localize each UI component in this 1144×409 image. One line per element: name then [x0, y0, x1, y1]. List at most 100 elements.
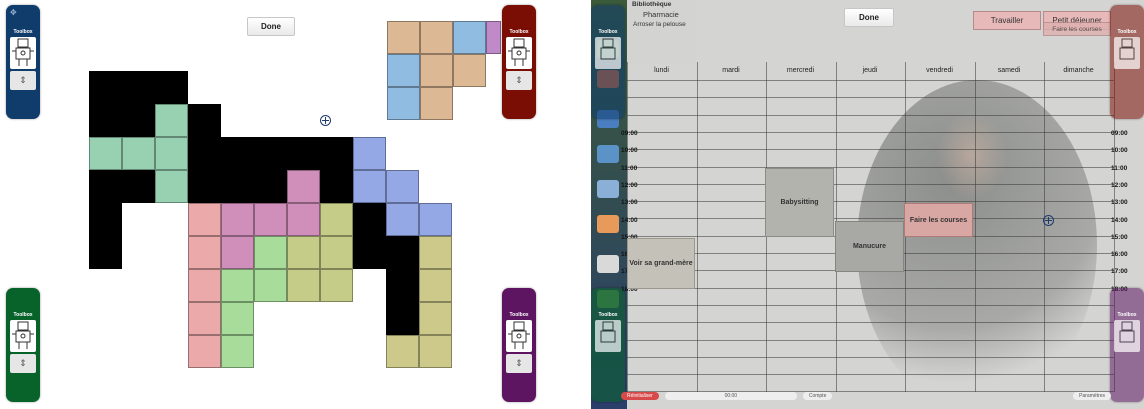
puzzle-cell[interactable] — [386, 203, 419, 236]
puzzle-cell[interactable] — [221, 137, 254, 170]
puzzle-cell[interactable] — [89, 236, 122, 269]
app-icon[interactable] — [597, 145, 619, 163]
task-item[interactable]: Arroser la pelouse — [627, 20, 695, 29]
puzzle-cell[interactable] — [188, 203, 221, 236]
toolbox-bottom-left[interactable]: Toolbox — [591, 288, 625, 402]
done-button[interactable]: Done — [844, 8, 894, 27]
puzzle-cell[interactable] — [188, 137, 221, 170]
move-icon[interactable]: ⇕ — [10, 354, 36, 373]
puzzle-cell[interactable] — [188, 335, 221, 368]
toolbox-top-right[interactable]: Toolbox ⇕ — [502, 5, 536, 119]
toolbox-top-right[interactable]: Toolbox — [1110, 5, 1144, 119]
puzzle-cell[interactable] — [287, 203, 320, 236]
puzzle-cell[interactable] — [386, 236, 419, 269]
puzzle-cell[interactable] — [353, 170, 386, 203]
puzzle-cell[interactable] — [188, 170, 221, 203]
puzzle-cell[interactable] — [453, 21, 486, 54]
app-icon[interactable] — [597, 215, 619, 233]
puzzle-cell[interactable] — [89, 170, 122, 203]
puzzle-cell[interactable] — [387, 87, 420, 120]
puzzle-cell[interactable] — [221, 302, 254, 335]
puzzle-cell[interactable] — [420, 54, 453, 87]
puzzle-cell[interactable] — [188, 302, 221, 335]
puzzle-cell[interactable] — [188, 236, 221, 269]
puzzle-cell[interactable] — [155, 71, 188, 104]
puzzle-cell[interactable] — [419, 236, 452, 269]
event-faire-courses[interactable]: Faire les courses — [904, 203, 973, 237]
puzzle-cell[interactable] — [287, 236, 320, 269]
move-icon[interactable]: ⇕ — [506, 71, 532, 90]
puzzle-cell[interactable] — [221, 335, 254, 368]
task-item[interactable]: Pharmacie — [627, 9, 695, 20]
travailler-button[interactable]: Travailler — [973, 11, 1041, 30]
puzzle-cell[interactable] — [254, 203, 287, 236]
puzzle-cell[interactable] — [254, 269, 287, 302]
puzzle-cell[interactable] — [122, 71, 155, 104]
toolbox-bottom-right[interactable]: Toolbox — [1110, 288, 1144, 402]
puzzle-cell[interactable] — [420, 21, 453, 54]
puzzle-cell[interactable] — [386, 335, 419, 368]
puzzle-cell[interactable] — [221, 170, 254, 203]
puzzle-cell[interactable] — [287, 137, 320, 170]
task-list[interactable]: Bibliothèque Pharmacie Arroser la pelous… — [627, 0, 695, 64]
puzzle-cell[interactable] — [188, 104, 221, 137]
toolbox-top-left[interactable]: ✥ Toolbox ⇕ — [6, 5, 40, 119]
toolbox-top-left[interactable]: Toolbox — [591, 5, 625, 119]
robot-icon[interactable] — [10, 37, 36, 69]
puzzle-cell[interactable] — [386, 269, 419, 302]
puzzle-cell[interactable] — [320, 269, 353, 302]
puzzle-cell[interactable] — [320, 236, 353, 269]
app-icon[interactable] — [597, 255, 619, 273]
puzzle-cell[interactable] — [486, 21, 501, 54]
done-button[interactable]: Done — [247, 17, 295, 36]
puzzle-cell[interactable] — [122, 104, 155, 137]
toolbox-bottom-right[interactable]: Toolbox ⇕ — [502, 288, 536, 402]
puzzle-cell[interactable] — [287, 170, 320, 203]
robot-icon[interactable] — [1114, 37, 1140, 69]
puzzle-cell[interactable] — [419, 335, 452, 368]
puzzle-cell[interactable] — [221, 203, 254, 236]
puzzle-cell[interactable] — [122, 170, 155, 203]
puzzle-cell[interactable] — [89, 137, 122, 170]
puzzle-cell[interactable] — [122, 137, 155, 170]
params-button[interactable]: Paramètres — [1073, 391, 1111, 400]
puzzle-cell[interactable] — [419, 302, 452, 335]
faire-courses-top-button[interactable]: Faire les courses — [1043, 22, 1111, 36]
puzzle-cell[interactable] — [353, 236, 386, 269]
puzzle-cell[interactable] — [387, 21, 420, 54]
toolbox-bottom-left[interactable]: Toolbox ⇕ — [6, 288, 40, 402]
robot-icon[interactable] — [10, 320, 36, 352]
robot-icon[interactable] — [506, 320, 532, 352]
compte-button[interactable]: Compte — [802, 391, 833, 400]
robot-icon[interactable] — [506, 37, 532, 69]
puzzle-cell[interactable] — [155, 170, 188, 203]
puzzle-cell[interactable] — [221, 269, 254, 302]
puzzle-cell[interactable] — [419, 203, 452, 236]
puzzle-cell[interactable] — [453, 54, 486, 87]
puzzle-cell[interactable] — [188, 269, 221, 302]
task-item[interactable]: Bibliothèque — [627, 0, 695, 9]
puzzle-cell[interactable] — [155, 137, 188, 170]
puzzle-cell[interactable] — [353, 203, 386, 236]
event-manucure[interactable]: Manucure — [835, 221, 904, 272]
app-icon[interactable] — [597, 180, 619, 198]
puzzle-cell[interactable] — [254, 236, 287, 269]
puzzle-cell[interactable] — [320, 170, 353, 203]
robot-icon[interactable] — [1114, 320, 1140, 352]
move-icon[interactable]: ⇕ — [10, 71, 36, 90]
puzzle-cell[interactable] — [320, 137, 353, 170]
robot-icon[interactable] — [595, 320, 621, 352]
puzzle-cell[interactable] — [221, 236, 254, 269]
puzzle-cell[interactable] — [89, 71, 122, 104]
puzzle-cell[interactable] — [287, 269, 320, 302]
puzzle-cell[interactable] — [254, 137, 287, 170]
puzzle-cell[interactable] — [420, 87, 453, 120]
puzzle-cell[interactable] — [387, 54, 420, 87]
puzzle-cell[interactable] — [386, 302, 419, 335]
puzzle-cell[interactable] — [89, 104, 122, 137]
puzzle-cell[interactable] — [419, 269, 452, 302]
reset-button[interactable]: Réinitialiser — [621, 391, 659, 400]
puzzle-cell[interactable] — [254, 170, 287, 203]
time-field[interactable]: 00:00 — [664, 391, 797, 400]
event-babysitting[interactable]: Babysitting — [765, 168, 834, 237]
